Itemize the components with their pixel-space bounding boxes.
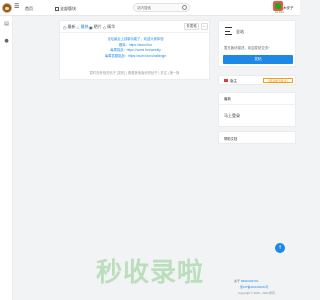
help-docs-card: 帮助文档 <box>218 131 296 144</box>
more-options-button[interactable]: ⋯ <box>201 23 208 30</box>
forum-title: 全站 <box>236 29 244 34</box>
top-header: ☰ 首页 全部版块 木安子 lv1 0/10 <box>0 0 300 16</box>
divider <box>219 104 297 105</box>
footer-copyright: Copyright © 2019 - 2023 所有 <box>238 291 275 295</box>
tab-hot-label: 最热 <box>80 24 89 29</box>
forum-description: 暂无版块描述，欢迎发帖交流~ <box>224 46 271 50</box>
announcement-line[interactable]: 每周答题挑战：https://xuexi.fun/challenge <box>60 54 211 60</box>
tab-featured-label: 精华 <box>107 24 116 29</box>
avatar[interactable] <box>273 1 283 11</box>
apply-moderator-link[interactable]: （申请成为版主） <box>263 78 293 83</box>
image-icon: ▣ <box>89 24 93 30</box>
clock-icon: ◷ <box>63 24 67 30</box>
announcement: 论坛最近上线新功能了，欢迎大家体验 题库：https://xuexi.fun 每… <box>60 37 211 59</box>
tab-latest-label: 最新 <box>67 24 76 29</box>
user-name[interactable]: 木安子 <box>283 6 294 11</box>
moderator-card: 版主 （申请成为版主） <box>218 75 296 85</box>
nav-all-label: 全部版块 <box>60 6 76 11</box>
tab-photos[interactable]: ▣ 晒片 <box>89 24 102 30</box>
tab-photos-label: 晒片 <box>93 24 102 29</box>
user-level-badge: lv1 0/10 <box>275 11 284 14</box>
login-card: 最新 马上登录 <box>218 92 297 127</box>
menu-icon[interactable]: ☰ <box>14 4 20 10</box>
search-icon[interactable] <box>182 5 187 10</box>
nav-all-forums-link[interactable]: 全部版块 <box>55 6 76 12</box>
nav-home-link[interactable]: 首页 <box>25 6 33 12</box>
login-link[interactable]: 马上登录 <box>224 113 240 119</box>
forum-icon <box>225 27 232 35</box>
moderator-label: 版主 <box>230 78 237 83</box>
search-box[interactable] <box>133 3 190 12</box>
publish-button[interactable]: 发帖 <box>223 55 293 64</box>
site-logo[interactable] <box>2 3 12 13</box>
fire-icon: ♨ <box>76 24 80 30</box>
arrow-up-icon: ↑ <box>277 245 283 251</box>
tab-featured[interactable]: ◇ 精华 <box>103 24 115 30</box>
diamond-icon: ◇ <box>103 24 107 30</box>
search-input[interactable] <box>137 5 181 11</box>
tab-latest[interactable]: ◷ 最新 <box>63 24 76 30</box>
new-post-button[interactable]: 去发帖 <box>184 23 199 30</box>
grid-icon <box>55 7 59 11</box>
user-icon[interactable]: ● <box>3 38 10 45</box>
tab-hot[interactable]: ♨ 最热 <box>76 24 89 30</box>
flag-icon <box>224 79 228 82</box>
forum-info-card: 全站 暂无版块描述，欢迎发帖交流~ 发帖 <box>218 20 296 67</box>
login-card-title: 最新 <box>224 97 231 101</box>
empty-state-tip: 暂时没有相关帖子 [发布] | 看看其他版块的帖子 | 关注 | 换一换 <box>89 71 180 75</box>
help-docs-link[interactable]: 帮助文档 <box>224 136 237 141</box>
document-icon[interactable]: ▤ <box>3 21 10 28</box>
post-tabs: ◷ 最新 ♨ 最热 ▣ 晒片 ◇ 精华 去发帖 ⋯ <box>60 21 211 33</box>
watermark: 秒收录啦 <box>95 258 204 288</box>
